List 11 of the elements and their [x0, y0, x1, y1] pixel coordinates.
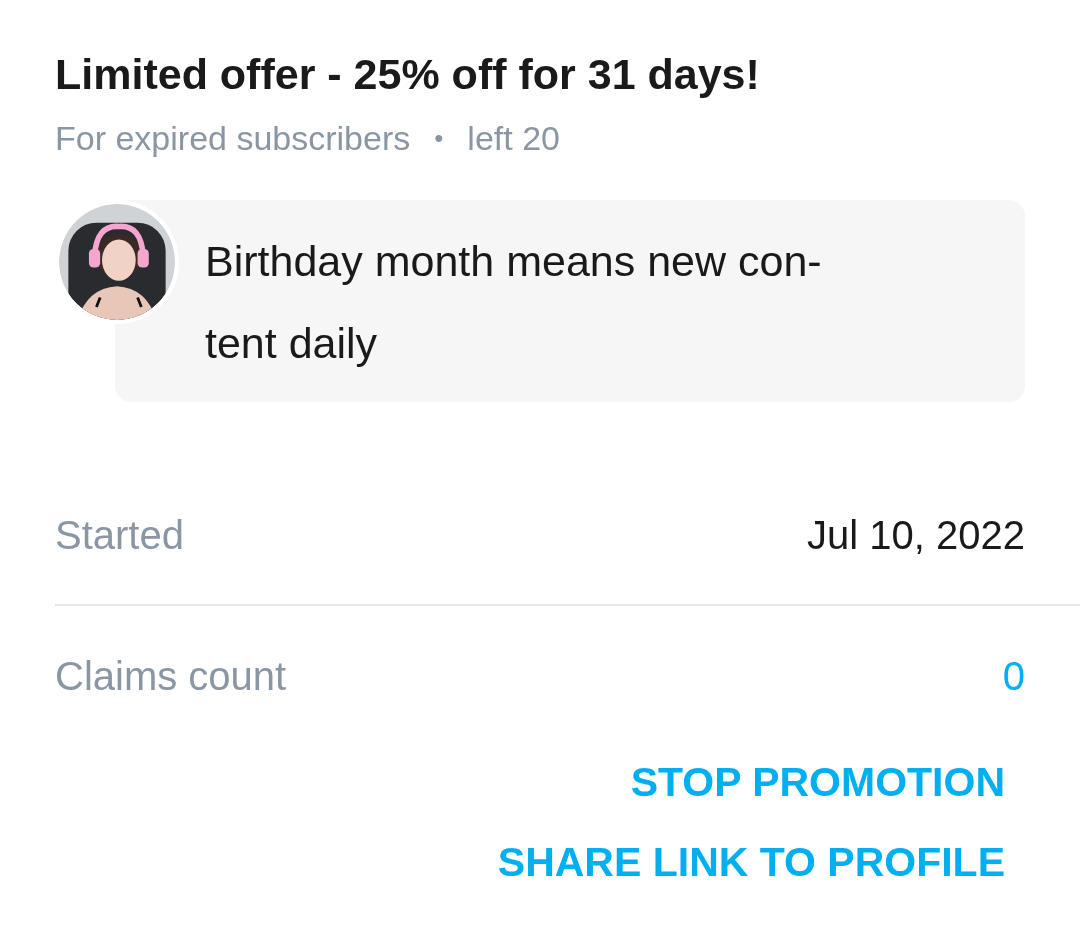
detail-value: Jul 10, 2022 — [807, 512, 1025, 559]
separator-dot: • — [434, 122, 444, 155]
detail-label: Claims count — [55, 653, 287, 700]
stop-promotion-button[interactable]: STOP PROMOTION — [630, 752, 1005, 812]
audience-label: For expired subscribers — [55, 118, 411, 159]
remaining-count: left 20 — [467, 118, 560, 159]
message-text: Birthday month means new con-tent daily — [205, 236, 823, 369]
share-link-button[interactable]: SHARE LINK TO PROFILE — [497, 832, 1005, 892]
detail-value[interactable]: 0 — [1002, 646, 1025, 706]
detail-label: Started — [55, 512, 184, 559]
offer-title: Limited offer - 25% off for 31 days! — [55, 49, 761, 100]
